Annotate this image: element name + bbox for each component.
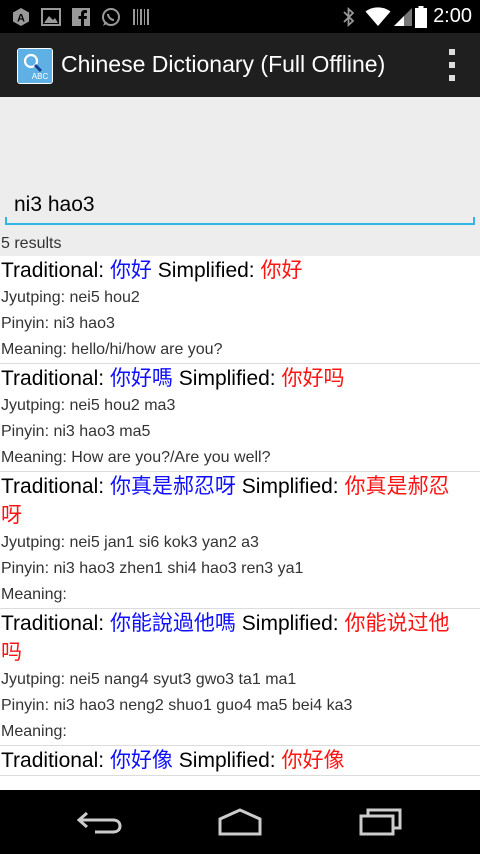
home-icon[interactable] bbox=[212, 804, 268, 840]
traditional-label: Traditional: bbox=[1, 367, 110, 390]
traditional-value: 你能說過他嗎 bbox=[109, 612, 236, 635]
result-jyutping-line: Jyutping: nei5 nang4 syut3 gwo3 ta1 ma1 bbox=[1, 667, 480, 693]
barcode-icon bbox=[130, 6, 152, 28]
back-icon[interactable] bbox=[72, 804, 128, 840]
recent-apps-icon[interactable] bbox=[352, 804, 408, 840]
result-jyutping-line: Jyutping: nei5 hou2 bbox=[1, 285, 480, 311]
search-underline-right-tick bbox=[473, 217, 475, 225]
pinyin-value: ni3 hao3 zhen1 shi4 hao3 ren3 ya1 bbox=[53, 560, 304, 577]
svg-text:A: A bbox=[17, 13, 25, 25]
jyutping-label: Jyutping: bbox=[1, 289, 70, 306]
image-icon bbox=[40, 6, 62, 28]
result-headword: Traditional: 你好嗎 Simplified: 你好吗 bbox=[1, 364, 480, 393]
jyutping-value: nei5 hou2 ma3 bbox=[69, 397, 176, 414]
jyutping-value: nei5 hou2 bbox=[69, 289, 140, 306]
meaning-value: hello/hi/how are you? bbox=[71, 341, 223, 358]
meaning-label: Meaning: bbox=[1, 723, 67, 740]
navigation-bar bbox=[0, 790, 480, 854]
traditional-value: 你好 bbox=[109, 259, 152, 282]
cell-signal-icon bbox=[392, 6, 414, 28]
simplified-value: 你好吗 bbox=[281, 367, 345, 390]
jyutping-label: Jyutping: bbox=[1, 671, 70, 688]
result-meaning-line: Meaning: bbox=[1, 719, 480, 745]
traditional-label: Traditional: bbox=[1, 475, 110, 498]
result-pinyin-line: Pinyin: ni3 hao3 bbox=[1, 311, 480, 337]
wifi-icon bbox=[364, 6, 392, 28]
traditional-value: 你好像 bbox=[109, 749, 173, 772]
simplified-label: Simplified: bbox=[172, 367, 282, 390]
search-underline bbox=[5, 223, 475, 225]
meaning-value: How are you?/Are you well? bbox=[71, 449, 271, 466]
traditional-label: Traditional: bbox=[1, 259, 110, 282]
overflow-menu-icon[interactable] bbox=[447, 49, 457, 81]
search-input[interactable] bbox=[5, 187, 475, 223]
pinyin-value: ni3 hao3 ma5 bbox=[53, 423, 151, 440]
result-meaning-line: Meaning: bbox=[1, 582, 480, 608]
pinyin-label: Pinyin: bbox=[1, 423, 54, 440]
whatsapp-icon bbox=[100, 6, 122, 28]
result-jyutping-line: Jyutping: nei5 jan1 si6 kok3 yan2 a3 bbox=[1, 530, 480, 556]
search-underline-left-tick bbox=[5, 217, 7, 225]
result-meaning-line: Meaning: hello/hi/how are you? bbox=[1, 337, 480, 363]
simplified-label: Simplified: bbox=[235, 612, 345, 635]
pinyin-label: Pinyin: bbox=[1, 560, 54, 577]
search-field[interactable] bbox=[5, 187, 475, 225]
result-headword: Traditional: 你能說過他嗎 Simplified: 你能说过他吗 bbox=[1, 609, 480, 667]
facebook-icon bbox=[70, 6, 92, 28]
result-headword: Traditional: 你真是郝忍呀 Simplified: 你真是郝忍呀 bbox=[1, 472, 480, 530]
pinyin-label: Pinyin: bbox=[1, 315, 54, 332]
traditional-value: 你好嗎 bbox=[109, 367, 173, 390]
bluetooth-icon bbox=[338, 6, 360, 28]
result-item[interactable]: Traditional: 你好嗎 Simplified: 你好吗 Jyutping… bbox=[0, 364, 480, 472]
simplified-value: 你好像 bbox=[281, 749, 345, 772]
results-list[interactable]: Traditional: 你好 Simplified: 你好 Jyutping: … bbox=[0, 256, 480, 790]
pinyin-value: ni3 hao3 bbox=[53, 315, 115, 332]
app-bar: ABC Chinese Dictionary (Full Offline) bbox=[0, 33, 480, 97]
result-item[interactable]: Traditional: 你真是郝忍呀 Simplified: 你真是郝忍呀 Jy… bbox=[0, 472, 480, 609]
simplified-label: Simplified: bbox=[151, 259, 261, 282]
notification-a-icon: A bbox=[10, 6, 32, 28]
result-headword: Traditional: 你好像 Simplified: 你好像 bbox=[1, 746, 480, 775]
meaning-label: Meaning: bbox=[1, 341, 72, 358]
meaning-label: Meaning: bbox=[1, 586, 67, 603]
app-title: Chinese Dictionary (Full Offline) bbox=[61, 51, 386, 77]
jyutping-value: nei5 nang4 syut3 gwo3 ta1 ma1 bbox=[69, 671, 297, 688]
result-pinyin-line: Pinyin: ni3 hao3 ma5 bbox=[1, 419, 480, 445]
jyutping-value: nei5 jan1 si6 kok3 yan2 a3 bbox=[69, 534, 259, 551]
simplified-value: 你好 bbox=[260, 259, 303, 282]
dictionary-app-icon[interactable]: ABC bbox=[17, 48, 53, 84]
status-bar: A 2:00 bbox=[0, 0, 480, 33]
traditional-label: Traditional: bbox=[1, 612, 110, 635]
pinyin-label: Pinyin: bbox=[1, 697, 54, 714]
result-pinyin-line: Pinyin: ni3 hao3 zhen1 shi4 hao3 ren3 ya… bbox=[1, 556, 480, 582]
result-item[interactable]: Traditional: 你好 Simplified: 你好 Jyutping: … bbox=[0, 256, 480, 364]
jyutping-label: Jyutping: bbox=[1, 397, 70, 414]
traditional-label: Traditional: bbox=[1, 749, 110, 772]
result-meaning-line: Meaning: How are you?/Are you well? bbox=[1, 445, 480, 471]
meaning-label: Meaning: bbox=[1, 449, 72, 466]
result-jyutping-line: Jyutping: nei5 hou2 ma3 bbox=[1, 393, 480, 419]
pinyin-value: ni3 hao3 neng2 shuo1 guo4 ma5 bei4 ka3 bbox=[53, 697, 353, 714]
status-time: 2:00 bbox=[433, 5, 472, 27]
simplified-label: Simplified: bbox=[235, 475, 345, 498]
svg-text:ABC: ABC bbox=[32, 72, 49, 81]
battery-icon bbox=[414, 6, 428, 28]
jyutping-label: Jyutping: bbox=[1, 534, 70, 551]
results-count: 5 results bbox=[1, 235, 62, 252]
result-item[interactable]: Traditional: 你能說過他嗎 Simplified: 你能说过他吗 Jy… bbox=[0, 609, 480, 746]
result-pinyin-line: Pinyin: ni3 hao3 neng2 shuo1 guo4 ma5 be… bbox=[1, 693, 480, 719]
result-item[interactable]: Traditional: 你好像 Simplified: 你好像 bbox=[0, 746, 480, 776]
traditional-value: 你真是郝忍呀 bbox=[109, 475, 236, 498]
result-headword: Traditional: 你好 Simplified: 你好 bbox=[1, 256, 480, 285]
simplified-label: Simplified: bbox=[172, 749, 282, 772]
